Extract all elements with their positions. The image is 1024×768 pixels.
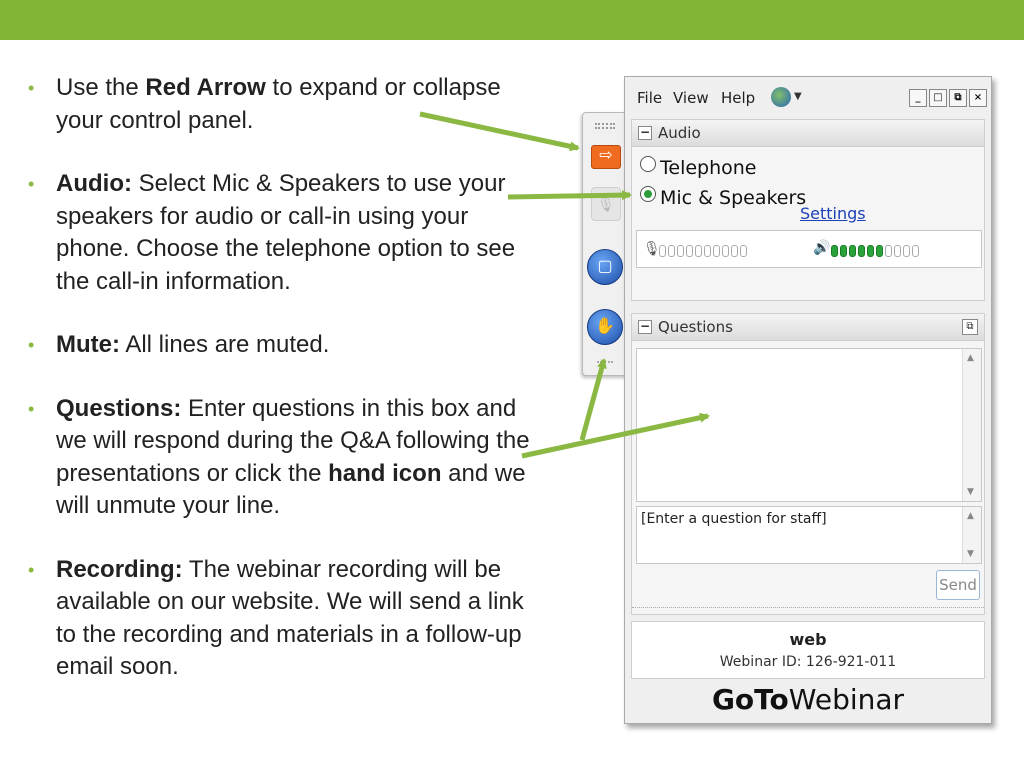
menu-bar: File View Help ▼ _ □ ⧉ × [625, 77, 991, 117]
level-segment [722, 245, 729, 257]
level-segment [849, 245, 856, 257]
speaker-level-meter [831, 242, 921, 261]
dock-grip-handle[interactable] [595, 123, 615, 129]
dock-grip-bottom [597, 361, 613, 369]
level-segment [704, 245, 711, 257]
minimize-icon[interactable]: _ [909, 89, 927, 107]
mute-mic-icon[interactable]: 🎙 [591, 187, 621, 221]
send-button[interactable]: Send [936, 570, 980, 600]
audio-panel-header: − Audio [632, 120, 984, 147]
bullet-dot: • [28, 559, 35, 580]
menu-file[interactable]: File [637, 89, 662, 107]
telephone-radio[interactable] [640, 156, 656, 172]
speaker-icon: 🔊 [813, 240, 831, 256]
question-input-placeholder: [Enter a question for staff] [641, 511, 827, 527]
bullet-audio: • Audio: Select Mic & Speakers to use you… [28, 168, 548, 298]
mic-speakers-label: Mic & Speakers [660, 187, 807, 209]
questions-panel-header: − Questions ⧉ [632, 314, 984, 341]
level-segment [831, 245, 838, 257]
bullet-dot: • [28, 335, 35, 355]
bullet-text: All lines are muted. [119, 331, 330, 358]
level-segment [867, 245, 874, 257]
maximize-icon[interactable]: □ [929, 89, 947, 107]
gotowebinar-window: File View Help ▼ _ □ ⧉ × − Audio Telepho… [624, 76, 992, 724]
scroll-up-icon[interactable]: ▲ [967, 511, 974, 521]
bullet-questions: • Questions: Enter questions in this box … [28, 393, 548, 523]
bullet-dot: • [28, 398, 35, 419]
level-segment [840, 245, 847, 257]
level-segment [876, 245, 883, 257]
telephone-label: Telephone [660, 157, 757, 179]
level-segment [858, 245, 865, 257]
top-accent-bar [0, 0, 1024, 40]
globe-icon[interactable] [771, 87, 791, 107]
telephone-option[interactable]: Telephone [640, 156, 757, 179]
bullet-bold: Questions: [56, 394, 182, 422]
questions-panel: − Questions ⧉ ▲ ▼ [Enter a question for … [631, 313, 985, 615]
questions-panel-title: Questions [658, 318, 733, 336]
restore-icon[interactable]: ⧉ [949, 89, 967, 107]
level-segment [713, 245, 720, 257]
bullet-red-arrow: • Use the Red Arrow to expand or collapse… [28, 72, 548, 137]
screen-share-icon[interactable]: ▢ [587, 249, 623, 285]
bullet-bold: Audio: [56, 170, 132, 197]
mic-speakers-option[interactable]: Mic & Speakers [640, 186, 806, 209]
panel-resize-grip[interactable] [632, 607, 984, 614]
chevron-down-icon[interactable]: ▼ [794, 91, 802, 102]
collapse-minus-icon[interactable]: − [638, 320, 652, 334]
gotowebinar-logo: GoToWebinar [625, 683, 991, 716]
level-segment [686, 245, 693, 257]
menu-view[interactable]: View [673, 89, 709, 107]
mic-level-meter [659, 242, 749, 261]
level-segment [894, 245, 901, 257]
webinar-id: Webinar ID: 126-921-011 [719, 654, 897, 670]
mic-speakers-radio[interactable] [640, 186, 656, 202]
scroll-up-icon[interactable]: ▲ [967, 353, 974, 363]
level-segment [903, 245, 910, 257]
level-segment [885, 245, 892, 257]
question-input[interactable]: [Enter a question for staff] ▲ ▼ [636, 506, 982, 564]
bullet-mute: • Mute: All lines are muted. [28, 329, 548, 362]
scroll-down-icon[interactable]: ▼ [967, 487, 974, 497]
level-segment [668, 245, 675, 257]
questions-log[interactable]: ▲ ▼ [636, 348, 982, 502]
logo-part-webinar: Webinar [788, 683, 905, 716]
popout-icon[interactable]: ⧉ [962, 319, 978, 335]
level-segment [740, 245, 747, 257]
bullet-dot: • [28, 78, 35, 98]
audio-settings-link[interactable]: Settings [800, 204, 866, 223]
bullet-bold: Mute: [56, 331, 120, 358]
bullet-dot: • [28, 174, 35, 194]
bullet-bold: Recording: [56, 555, 183, 583]
level-segment [659, 245, 666, 257]
organizer-name: web [789, 630, 827, 649]
audio-panel: − Audio Telephone Mic & Speakers Setting… [631, 119, 985, 301]
bullet-recording: • Recording: The webinar recording will b… [28, 554, 548, 684]
collapse-minus-icon[interactable]: − [638, 126, 652, 140]
level-segment [912, 245, 919, 257]
question-input-scrollbar[interactable]: ▲ ▼ [962, 507, 981, 563]
bullet-bold: hand icon [328, 459, 442, 487]
logo-part-goto: GoTo [711, 683, 789, 716]
bullet-bold: Red Arrow [145, 74, 266, 101]
menu-help[interactable]: Help [721, 89, 755, 107]
level-segment [677, 245, 684, 257]
expand-collapse-arrow-icon[interactable]: ⇨ [591, 145, 621, 169]
audio-levels: 🎙 🔊 [636, 230, 982, 268]
bullet-text: Use the [56, 74, 146, 101]
scroll-down-icon[interactable]: ▼ [967, 549, 974, 559]
control-panel-dock: ⇨ 🎙 ▢ ✋ [582, 112, 627, 376]
close-icon[interactable]: × [969, 89, 987, 107]
instruction-list: • Use the Red Arrow to expand or collapse… [28, 72, 548, 715]
raise-hand-icon[interactable]: ✋ [587, 309, 623, 345]
webinar-info: web Webinar ID: 126-921-011 [631, 621, 985, 679]
audio-panel-title: Audio [658, 124, 701, 142]
level-segment [695, 245, 702, 257]
level-segment [731, 245, 738, 257]
questions-scrollbar[interactable]: ▲ ▼ [962, 349, 981, 501]
